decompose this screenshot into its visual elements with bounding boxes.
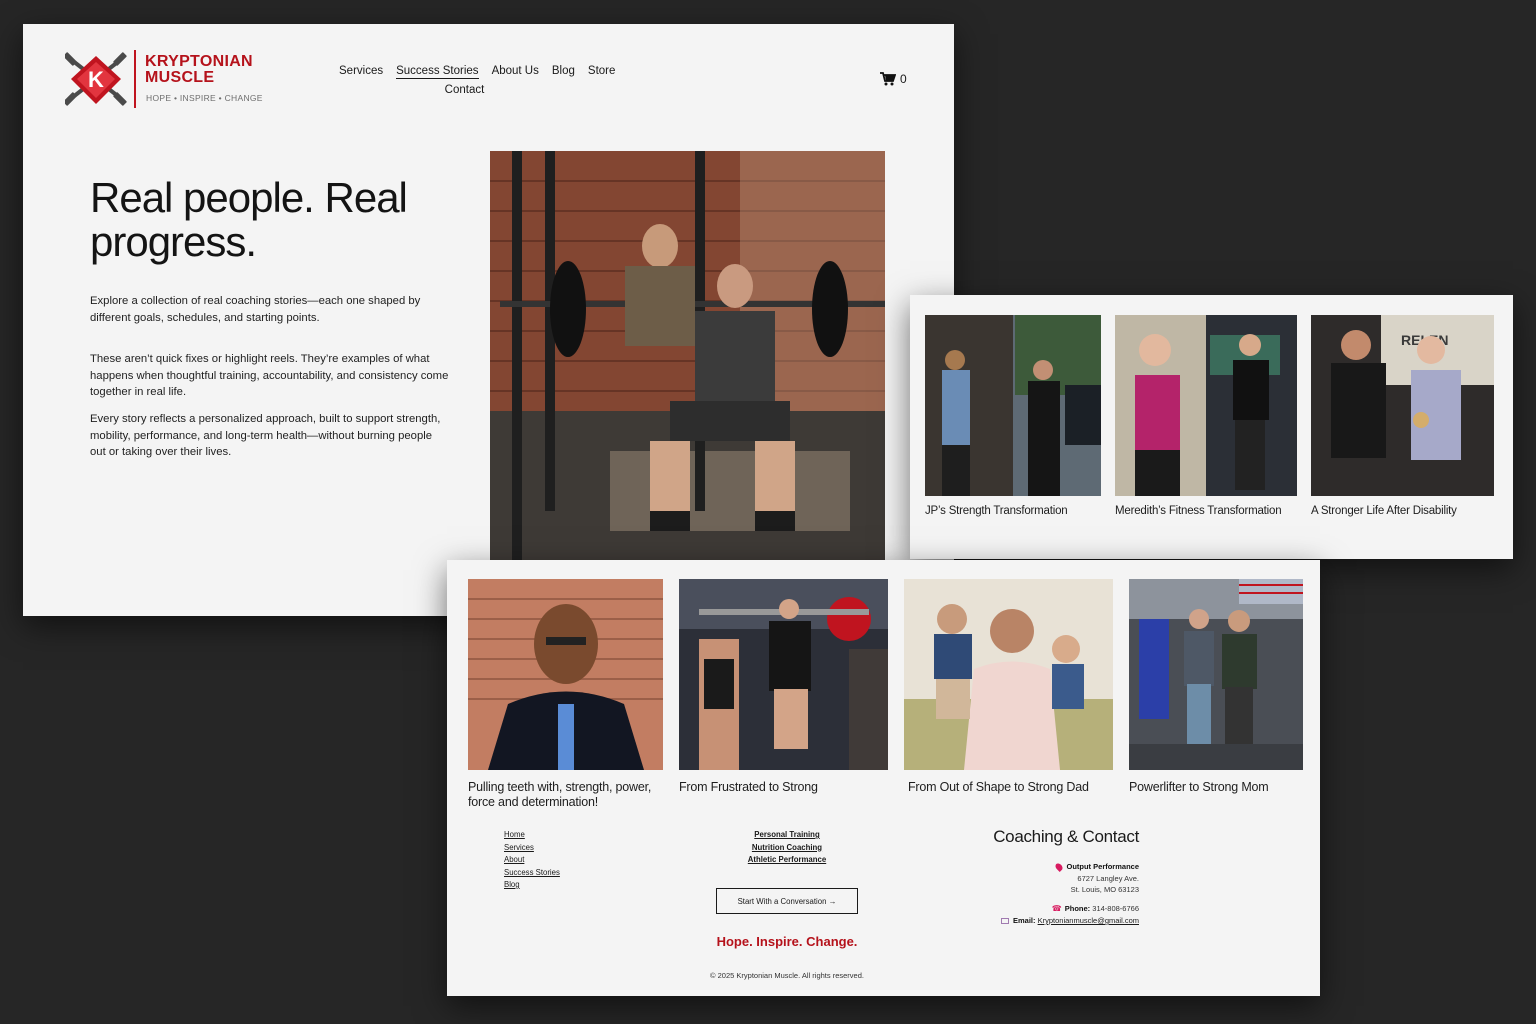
story-photo-disability[interactable]: RELEN: [1311, 315, 1494, 496]
nav-success-stories[interactable]: Success Stories: [396, 64, 479, 79]
email-icon: [1000, 918, 1009, 925]
story-photo-strong-mom[interactable]: [1129, 579, 1303, 770]
svg-text:K: K: [88, 67, 104, 92]
start-conversation-button[interactable]: Start With a Conversation →: [716, 888, 858, 914]
footer-services: Personal Training Nutrition Coaching Ath…: [697, 829, 877, 867]
success-stories-grid-panel: RELEN JP’s Strength Transformation Mered…: [910, 295, 1513, 559]
location-pin-icon: [1054, 862, 1065, 872]
story-photo-jp[interactable]: [925, 315, 1101, 496]
footer-nav: Home Services About Success Stories Blog: [504, 829, 560, 892]
story-title-meredith[interactable]: Meredith’s Fitness Transformation: [1115, 505, 1282, 517]
story-title-disability[interactable]: A Stronger Life After Disability: [1311, 505, 1457, 517]
kettlebell-k-logo-icon: K: [65, 52, 127, 106]
footer-slogan: Hope. Inspire. Change.: [716, 934, 858, 949]
main-nav: Services Success Stories About Us Blog S…: [339, 64, 629, 97]
phone-number[interactable]: 314-808-6766: [1092, 904, 1139, 913]
story-photo-frustrated[interactable]: [679, 579, 888, 770]
nav-blog[interactable]: Blog: [552, 64, 575, 79]
email-link[interactable]: Kryptonianmuscle@gmail.com: [1038, 916, 1139, 925]
hero-page-panel: K KRYPTONIAN MUSCLE HOPE • INSPIRE • CHA…: [23, 24, 954, 616]
footer-link-blog[interactable]: Blog: [504, 879, 560, 892]
logo-divider: [134, 50, 136, 108]
story-title-frustrated[interactable]: From Frustrated to Strong: [679, 780, 888, 795]
address-line-2: St. Louis, MO 63123: [1070, 885, 1139, 894]
shopping-cart-icon: [880, 72, 896, 86]
address-line-1: 6727 Langley Ave.: [1077, 873, 1139, 883]
hero-approach-paragraph: Every story reflects a personalized appr…: [90, 413, 441, 458]
story-title-strong-dad[interactable]: From Out of Shape to Strong Dad: [908, 780, 1113, 795]
footer-link-services[interactable]: Services: [504, 842, 560, 855]
brand-logo[interactable]: K KRYPTONIAN MUSCLE HOPE • INSPIRE • CHA…: [65, 50, 265, 112]
nav-contact[interactable]: Contact: [445, 83, 485, 97]
hero-body-paragraph: These aren’t quick fixes or highlight re…: [90, 353, 449, 398]
brand-name: KRYPTONIAN MUSCLE: [145, 53, 253, 86]
story-photo-strong-dad[interactable]: [904, 579, 1113, 770]
phone-label: Phone:: [1064, 904, 1091, 913]
contact-phone: ☎ Phone: 314-808-6766: [947, 903, 1139, 915]
footer-service-personal-training[interactable]: Personal Training: [697, 829, 877, 842]
hero-intro-paragraph: Explore a collection of real coaching st…: [90, 295, 421, 324]
footer-service-athletic-performance[interactable]: Athletic Performance: [697, 854, 877, 867]
brand-tagline: HOPE • INSPIRE • CHANGE: [146, 93, 263, 103]
story-title-jp[interactable]: JP’s Strength Transformation: [925, 505, 1068, 517]
location-name: Output Performance: [1066, 862, 1139, 871]
more-stories-footer-panel: Pulling teeth with, strength, power, for…: [447, 560, 1320, 996]
cart-button[interactable]: 0: [880, 72, 907, 86]
contact-heading: Coaching & Contact: [993, 827, 1139, 846]
story-photo-meredith[interactable]: [1115, 315, 1297, 496]
story-title-pulling-teeth[interactable]: Pulling teeth with, strength, power, for…: [468, 780, 668, 809]
contact-email: Email: Kryptonianmuscle@gmail.com: [947, 915, 1139, 927]
footer-link-home[interactable]: Home: [504, 829, 560, 842]
footer-service-nutrition-coaching[interactable]: Nutrition Coaching: [697, 842, 877, 855]
contact-address: Output Performance 6727 Langley Ave. St.…: [947, 861, 1139, 896]
page-title: Real people. Real progress.: [90, 174, 408, 265]
footer-link-about[interactable]: About: [504, 854, 560, 867]
nav-services[interactable]: Services: [339, 64, 383, 79]
phone-icon: ☎: [1051, 904, 1062, 913]
hero-squat-photo: [490, 151, 885, 561]
nav-store[interactable]: Store: [588, 64, 616, 79]
story-title-strong-mom[interactable]: Powerlifter to Strong Mom: [1129, 780, 1303, 795]
nav-about-us[interactable]: About Us: [492, 64, 539, 79]
footer-link-success-stories[interactable]: Success Stories: [504, 867, 560, 880]
cart-count: 0: [900, 72, 907, 86]
story-photo-pulling-teeth[interactable]: [468, 579, 663, 770]
email-label: Email:: [1012, 916, 1036, 925]
footer-copyright: © 2025 Kryptonian Muscle. All rights res…: [710, 971, 864, 980]
